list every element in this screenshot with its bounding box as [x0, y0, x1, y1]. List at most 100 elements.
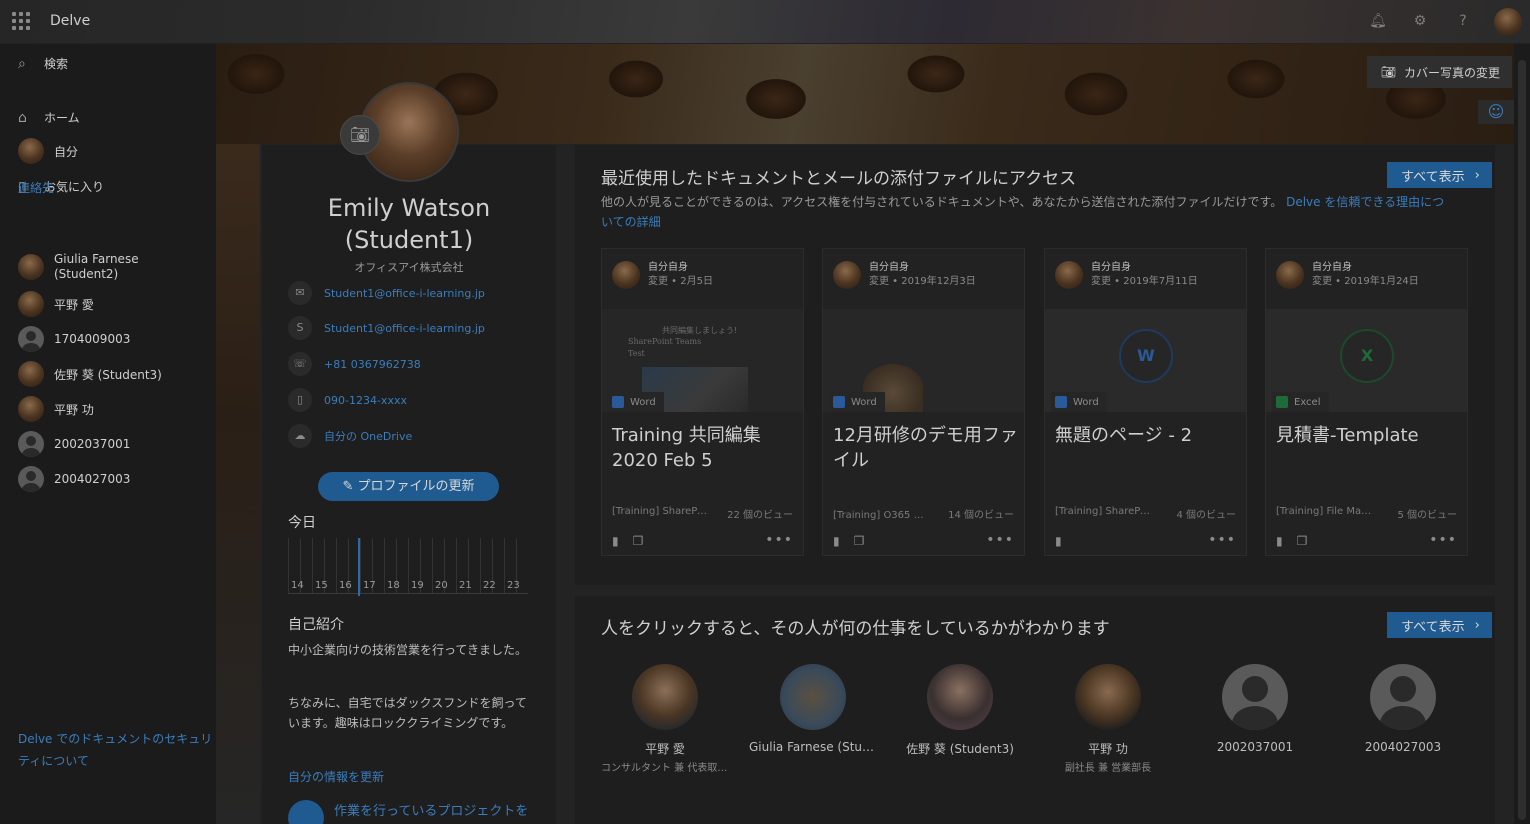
help-icon[interactable]: ?: [1454, 12, 1472, 30]
see-all-documents-button[interactable]: すべて表示 ›: [1387, 162, 1492, 188]
about-heading: 自己紹介: [288, 617, 344, 633]
contact-name: 佐野 葵 (Student3): [54, 367, 162, 382]
contact-item[interactable]: 1704009003: [18, 326, 130, 352]
timeline-hour: 21: [459, 580, 472, 591]
person-card[interactable]: 2002037001: [1191, 664, 1319, 754]
person-card[interactable]: 平野 功 副社長 兼 営業部長: [1044, 664, 1172, 774]
gear-icon[interactable]: ⚙: [1411, 12, 1429, 30]
avatar: [612, 261, 640, 289]
document-card[interactable]: 自分自身 変更 • 2019年12月3日 Word 12月研修のデモ用ファイル …: [822, 248, 1025, 556]
document-title[interactable]: 12月研修のデモ用ファイル: [833, 423, 1019, 473]
nav-item-me[interactable]: 自分: [18, 138, 78, 164]
update-info-link[interactable]: 自分の情報を更新: [288, 768, 384, 785]
copy-link-icon[interactable]: ❐: [1297, 534, 1308, 548]
security-info-link[interactable]: Delve でのドキュメントのセキュリティについて: [18, 728, 218, 772]
document-title[interactable]: Training 共同編集 2020 Feb 5: [612, 423, 798, 473]
document-location[interactable]: [Training] SharePoint: [1055, 506, 1155, 517]
more-options-icon[interactable]: •••: [986, 532, 1014, 548]
change-cover-button[interactable]: 📷︎ カバー写真の変更: [1366, 56, 1512, 88]
change-cover-label: カバー写真の変更: [1403, 65, 1500, 80]
contact-item[interactable]: 平野 功: [18, 396, 94, 422]
skype-icon: S: [288, 316, 312, 340]
change-photo-camera-icon[interactable]: 📷︎: [340, 115, 380, 155]
feedback-smiley-icon[interactable]: ☺: [1478, 100, 1514, 124]
person-name: 2004027003: [1364, 740, 1442, 754]
card-header: 自分自身 変更 • 2019年7月11日: [1055, 261, 1198, 289]
timeline-hour: 17: [363, 580, 376, 591]
timeline-hour: 16: [339, 580, 352, 591]
contact-name: 2002037001: [54, 437, 131, 451]
bookmark-icon[interactable]: ▮: [833, 534, 840, 548]
email-link[interactable]: ✉ Student1@office-i-learning.jp: [288, 281, 485, 305]
card-modified: 変更 • 2019年7月11日: [1091, 276, 1198, 287]
home-icon: ⌂: [18, 109, 27, 126]
account-avatar[interactable]: [1494, 8, 1522, 36]
im-text: Student1@office-i-learning.jp: [324, 321, 485, 335]
document-card[interactable]: 自分自身 変更 • 2019年7月11日 W Word 無題のページ - 2 […: [1044, 248, 1247, 556]
phone-link[interactable]: ☏ +81 0367962738: [288, 352, 421, 376]
card-owner: 自分自身: [1312, 262, 1352, 273]
card-modified: 変更 • 2019年12月3日: [869, 276, 976, 287]
contact-name: 平野 愛: [54, 297, 94, 312]
copy-link-icon[interactable]: ❐: [854, 534, 865, 548]
timeline-hour: 18: [387, 580, 400, 591]
document-title[interactable]: 無題のページ - 2: [1055, 423, 1241, 448]
current-time-marker: [358, 538, 360, 596]
phone-text: +81 0367962738: [324, 357, 421, 371]
contact-name: 平野 功: [54, 402, 94, 417]
file-type-badge: Word: [829, 392, 885, 412]
scrollbar-thumb[interactable]: [1518, 60, 1526, 820]
person-card[interactable]: Giulia Farnese (Student2): [749, 664, 877, 754]
view-count: 4 個のビュー: [1176, 510, 1236, 521]
search-box[interactable]: ⌕ 検索: [18, 55, 68, 72]
excel-icon: [1276, 396, 1288, 408]
contact-name: 2004027003: [54, 472, 131, 486]
contact-item[interactable]: 佐野 葵 (Student3): [18, 361, 162, 387]
nav-item-home[interactable]: ⌂ ホーム: [18, 109, 80, 126]
onedrive-text: 自分の OneDrive: [324, 430, 413, 443]
nav-item-label: 自分: [54, 144, 79, 159]
document-location[interactable]: [Training] O365 研修: [833, 506, 933, 521]
more-options-icon[interactable]: •••: [1208, 532, 1236, 548]
document-card[interactable]: 自分自身 変更 • 2019年1月24日 X Excel 見積書-Templat…: [1265, 248, 1468, 556]
person-card[interactable]: 平野 愛 コンサルタント 兼 代表取締役: [601, 664, 729, 774]
projects-text[interactable]: 作業を行っているプロジェクトを: [334, 800, 528, 819]
more-options-icon[interactable]: •••: [765, 532, 793, 548]
copy-link-icon[interactable]: ❐: [633, 534, 644, 548]
document-location[interactable]: [Training] File Management: [1276, 506, 1376, 517]
bookmark-icon[interactable]: ▮: [1276, 534, 1283, 548]
documents-title: 最近使用したドキュメントとメールの添付ファイルにアクセス: [601, 169, 1077, 189]
word-logo-icon: W: [1119, 329, 1173, 383]
app-title[interactable]: Delve: [50, 13, 90, 29]
avatar: [1370, 664, 1436, 730]
person-name: 2002037001: [1216, 740, 1294, 754]
mail-icon: ✉: [288, 281, 312, 305]
contact-item[interactable]: 2004027003: [18, 466, 130, 492]
document-title[interactable]: 見積書-Template: [1276, 423, 1462, 448]
update-profile-button[interactable]: ✎ プロファイルの更新: [318, 472, 499, 501]
onedrive-link[interactable]: ☁ 自分の OneDrive: [288, 424, 412, 448]
documents-description-text: 他の人が見ることができるのは、アクセス権を付与されているドキュメントや、あなたか…: [601, 195, 1283, 209]
contact-name: Giulia Farnese (Student2): [54, 252, 139, 281]
contact-item[interactable]: 平野 愛: [18, 291, 94, 317]
contact-item[interactable]: Giulia Farnese (Student2): [18, 252, 198, 282]
mobile-link[interactable]: ▯ 090-1234-xxxx: [288, 388, 407, 412]
contact-item[interactable]: 2002037001: [18, 431, 130, 457]
more-options-icon[interactable]: •••: [1429, 532, 1457, 548]
people-title: 人をクリックすると、その人が何の仕事をしているかがわかります: [601, 619, 1110, 639]
im-link[interactable]: S Student1@office-i-learning.jp: [288, 316, 485, 340]
bell-icon[interactable]: 🔔︎: [1369, 12, 1387, 30]
avatar: [18, 361, 44, 387]
see-all-people-button[interactable]: すべて表示 ›: [1387, 612, 1492, 638]
camera-icon: 📷︎: [1380, 65, 1396, 79]
person-card[interactable]: 佐野 葵 (Student3): [896, 664, 1024, 757]
person-role: コンサルタント 兼 代表取締役: [601, 763, 729, 774]
document-card[interactable]: 自分自身 変更 • 2月5日 共同編集しましょう! SharePoint Tea…: [601, 248, 804, 556]
bookmark-icon[interactable]: ▮: [1055, 534, 1062, 548]
bookmark-icon[interactable]: ▮: [612, 534, 619, 548]
document-location[interactable]: [Training] SharePoint: [612, 506, 712, 517]
word-icon: [1055, 396, 1067, 408]
person-card[interactable]: 2004027003: [1339, 664, 1467, 754]
app-launcher-icon[interactable]: [12, 12, 30, 30]
avatar: [18, 466, 44, 492]
